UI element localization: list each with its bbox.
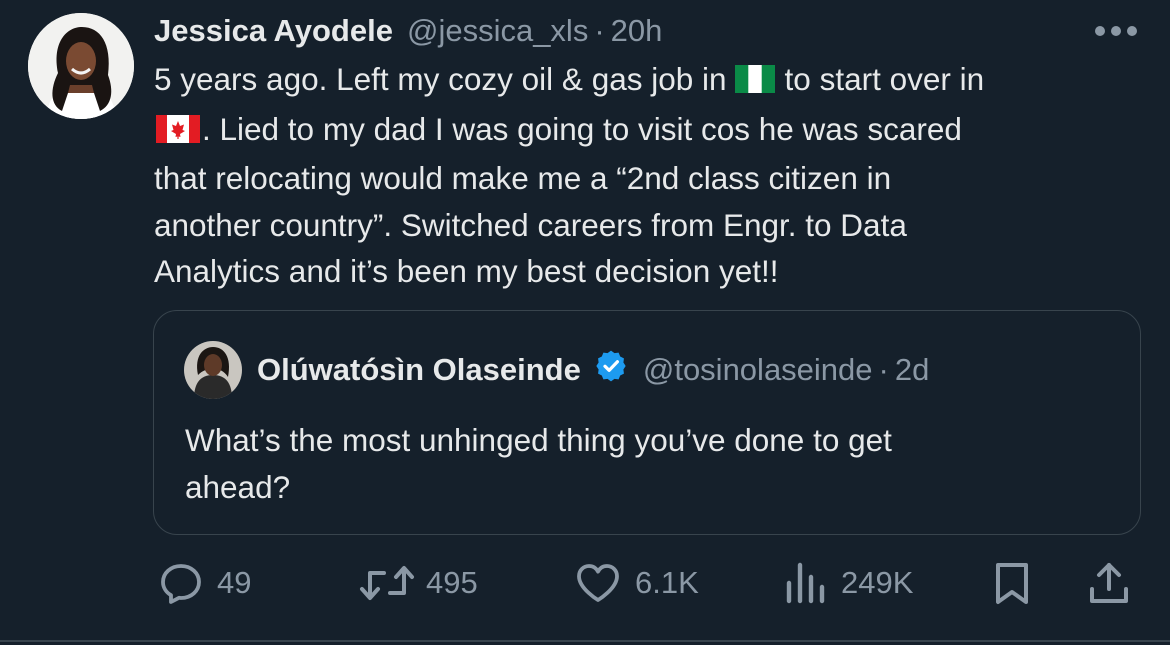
repost-icon: [360, 566, 414, 600]
share-button[interactable]: [1084, 555, 1134, 611]
quoted-tweet-card[interactable]: Olúwatósìn Olaseinde @tosinolaseinde · 2…: [153, 310, 1141, 535]
tweet-action-bar: 49 495 6.1K 249K: [0, 555, 1170, 611]
reply-count: 49: [217, 565, 252, 600]
heart-icon: [577, 564, 619, 602]
separator-dot: ·: [878, 352, 889, 387]
quoted-tweet-header: Olúwatósìn Olaseinde @tosinolaseinde · 2…: [257, 349, 929, 391]
tweet-text: 5 years ago. Left my cozy oil & gas job …: [154, 56, 1144, 295]
views-button[interactable]: 249K: [783, 555, 913, 611]
author-avatar[interactable]: [28, 13, 134, 119]
tweet-text-line: 5 years ago. Left my cozy oil & gas job …: [154, 56, 1144, 106]
tweet-header: Jessica Ayodele @jessica_xls · 20h: [154, 10, 662, 52]
quoted-text-line: ahead?: [185, 468, 291, 505]
views-icon: [786, 562, 825, 604]
canada-flag-icon: [156, 109, 200, 156]
tweet-timestamp[interactable]: 20h: [611, 13, 663, 49]
profile-photo: [28, 13, 134, 119]
views-count: 249K: [841, 565, 914, 600]
quoted-text-line: What’s the most unhinged thing you’ve do…: [185, 422, 892, 458]
repost-button[interactable]: 495: [358, 555, 478, 611]
more-options-button[interactable]: [1093, 20, 1139, 42]
quoted-author-handle[interactable]: @tosinolaseinde: [643, 352, 873, 388]
bookmark-icon: [996, 563, 1028, 604]
reply-button[interactable]: 49: [157, 555, 251, 611]
verified-badge-icon: [595, 350, 627, 390]
quoted-author-avatar[interactable]: [184, 341, 242, 399]
tweet-text-line: . Lied to my dad I was going to visit co…: [154, 106, 1144, 156]
profile-photo: [184, 341, 242, 399]
bottom-divider: [0, 640, 1170, 642]
quoted-tweet-timestamp[interactable]: 2d: [895, 352, 929, 388]
separator-dot: ·: [594, 13, 605, 48]
tweet-text-line: Analytics and it’s been my best decision…: [154, 253, 779, 289]
quoted-tweet-text: What’s the most unhinged thing you’ve do…: [185, 417, 1085, 510]
repost-count: 495: [426, 565, 478, 600]
nigeria-flag-icon: [734, 59, 775, 106]
reply-icon: [161, 564, 201, 604]
author-handle[interactable]: @jessica_xls: [407, 13, 588, 49]
like-count: 6.1K: [635, 565, 699, 600]
tweet-text-line: that relocating would make me a “2nd cla…: [154, 160, 892, 196]
author-name[interactable]: Jessica Ayodele: [154, 13, 393, 49]
tweet-text-line: another country”. Switched careers from …: [154, 206, 907, 243]
share-icon: [1090, 563, 1128, 603]
bookmark-button[interactable]: [990, 555, 1034, 611]
more-horizontal-icon: [1095, 26, 1137, 36]
like-button[interactable]: 6.1K: [573, 555, 699, 611]
quoted-author-name[interactable]: Olúwatósìn Olaseinde: [257, 352, 581, 388]
